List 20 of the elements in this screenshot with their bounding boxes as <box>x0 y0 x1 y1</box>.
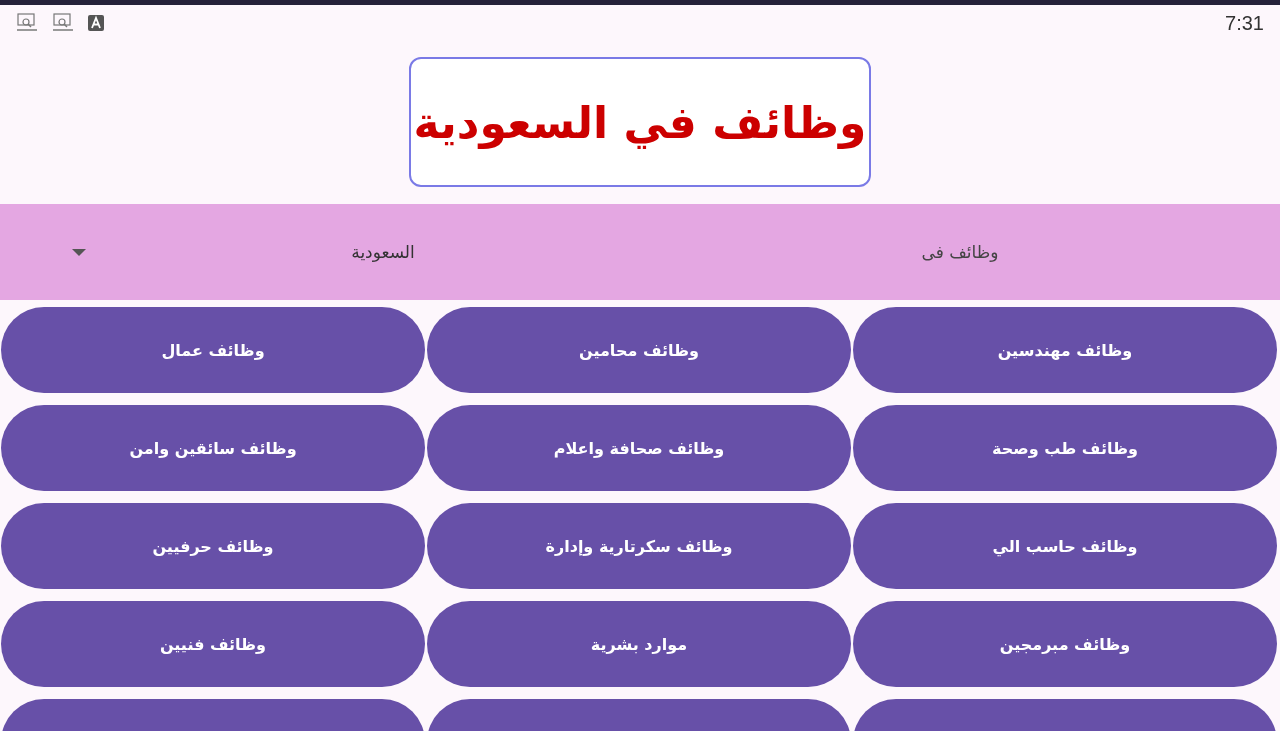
job-category-button[interactable]: وظائف حاسب الي <box>853 503 1277 589</box>
caret-icon <box>72 248 86 256</box>
job-category-button[interactable]: وظائف فنيين <box>1 601 425 687</box>
job-category-button[interactable]: وظائف عمال <box>1 307 425 393</box>
app-notification-icon <box>16 13 38 33</box>
clock-time: 7:31 <box>1225 11 1264 35</box>
job-category-button[interactable]: وظائف مهندسين <box>853 307 1277 393</box>
job-category-button[interactable]: وظائف طب وصحة <box>853 405 1277 491</box>
keyboard-icon <box>88 15 104 31</box>
country-dropdown[interactable]: السعودية <box>0 204 640 300</box>
logo-title: وظائف في السعودية <box>413 96 867 148</box>
job-category-button[interactable]: وظائف محامين <box>427 307 851 393</box>
job-category-button[interactable]: وظائف مبرمجين <box>853 601 1277 687</box>
job-category-button[interactable]: وظائف حرفيين <box>1 503 425 589</box>
job-category-button[interactable]: موارد بشرية <box>427 601 851 687</box>
job-category-button[interactable]: وظائف سكرتارية وإدارة <box>427 503 851 589</box>
filter-label: وظائف فى <box>920 242 1000 262</box>
app-notification-icon <box>52 13 74 33</box>
job-category-button[interactable]: وظائف سائقين وامن <box>1 405 425 491</box>
job-category-button[interactable]: وظائف صحافة واعلام <box>427 405 851 491</box>
